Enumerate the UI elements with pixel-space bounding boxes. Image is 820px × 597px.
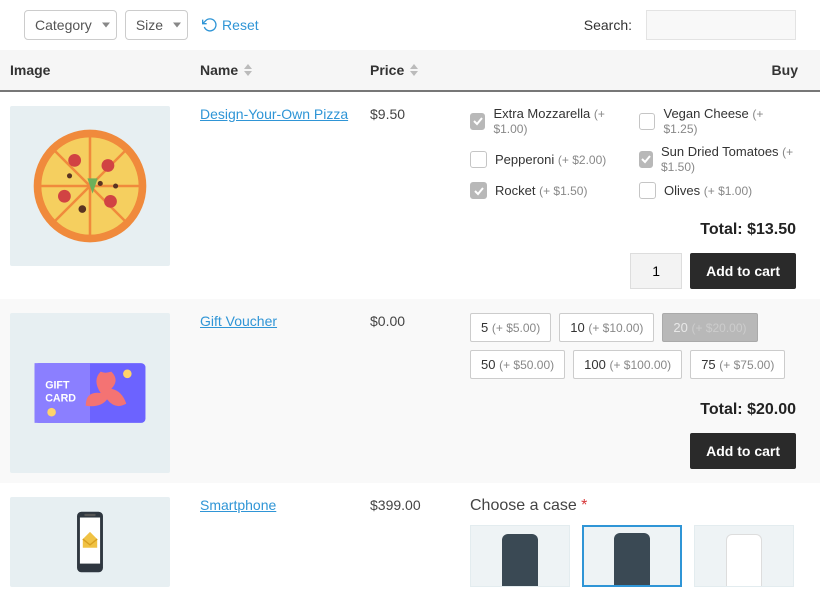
option-checkbox[interactable]: Rocket (+ $1.50) (470, 182, 627, 199)
col-name[interactable]: Name (200, 62, 370, 78)
case-options (470, 525, 796, 587)
category-select-label: Category (35, 17, 92, 33)
product-price: $0.00 (370, 313, 470, 473)
add-to-cart-button[interactable]: Add to cart (690, 253, 796, 289)
amount-chip[interactable]: 75 (+ $75.00) (690, 350, 785, 379)
svg-text:CARD: CARD (45, 393, 76, 405)
svg-text:GIFT: GIFT (45, 380, 70, 392)
size-select[interactable]: Size (125, 10, 188, 40)
col-buy: Buy (470, 62, 810, 78)
amount-chips: 5 (+ $5.00) 10 (+ $10.00) 20 (+ $20.00) … (470, 313, 796, 379)
product-image[interactable]: GIFT CARD (10, 313, 170, 473)
product-name-link[interactable]: Design-Your-Own Pizza (200, 106, 348, 122)
search-input[interactable] (646, 10, 796, 40)
amount-chip[interactable]: 5 (+ $5.00) (470, 313, 551, 342)
category-select[interactable]: Category (24, 10, 117, 40)
option-checkbox[interactable]: Extra Mozzarella (+ $1.00) (470, 106, 627, 136)
total-label: Total: $20.00 (470, 401, 796, 419)
sort-icon (410, 64, 418, 76)
col-price[interactable]: Price (370, 62, 470, 78)
chevron-down-icon (102, 23, 110, 28)
amount-chip[interactable]: 50 (+ $50.00) (470, 350, 565, 379)
options-grid: Extra Mozzarella (+ $1.00) Vegan Cheese … (470, 106, 796, 199)
search-label: Search: (584, 17, 632, 33)
reset-link[interactable]: Reset (202, 17, 259, 33)
smartphone-icon (26, 506, 154, 578)
table-header: Image Name Price Buy (0, 50, 820, 92)
product-image[interactable] (10, 106, 170, 266)
product-price: $9.50 (370, 106, 470, 289)
sort-icon (244, 64, 252, 76)
col-image: Image (10, 62, 200, 78)
option-checkbox[interactable]: Olives (+ $1.00) (639, 182, 796, 199)
case-label: Choose a case * (470, 497, 796, 515)
case-option[interactable] (470, 525, 570, 587)
table-row: Design-Your-Own Pizza $9.50 Extra Mozzar… (0, 92, 820, 299)
total-label: Total: $13.50 (470, 221, 796, 239)
add-to-cart-button[interactable]: Add to cart (690, 433, 796, 469)
amount-chip[interactable]: 20 (+ $20.00) (662, 313, 757, 342)
amount-chip[interactable]: 10 (+ $10.00) (559, 313, 654, 342)
option-checkbox[interactable]: Sun Dried Tomatoes (+ $1.50) (639, 144, 796, 174)
option-checkbox[interactable]: Vegan Cheese (+ $1.25) (639, 106, 796, 136)
size-select-label: Size (136, 17, 163, 33)
filter-toolbar: Category Size Reset Search: (0, 0, 820, 50)
undo-icon (202, 17, 218, 33)
product-price: $399.00 (370, 497, 470, 587)
table-row: Smartphone $399.00 Choose a case * (0, 483, 820, 597)
product-name-link[interactable]: Smartphone (200, 497, 276, 513)
gift-card-icon: GIFT CARD (26, 329, 154, 457)
table-row: GIFT CARD Gift Voucher $0.00 5 (+ $5.00)… (0, 299, 820, 483)
product-name-link[interactable]: Gift Voucher (200, 313, 277, 329)
chevron-down-icon (173, 23, 181, 28)
amount-chip[interactable]: 100 (+ $100.00) (573, 350, 682, 379)
reset-label: Reset (222, 17, 259, 33)
case-option[interactable] (582, 525, 682, 587)
option-checkbox[interactable]: Pepperoni (+ $2.00) (470, 144, 627, 174)
quantity-input[interactable] (630, 253, 682, 289)
case-option[interactable] (694, 525, 794, 587)
pizza-icon (26, 122, 154, 250)
product-image[interactable] (10, 497, 170, 587)
